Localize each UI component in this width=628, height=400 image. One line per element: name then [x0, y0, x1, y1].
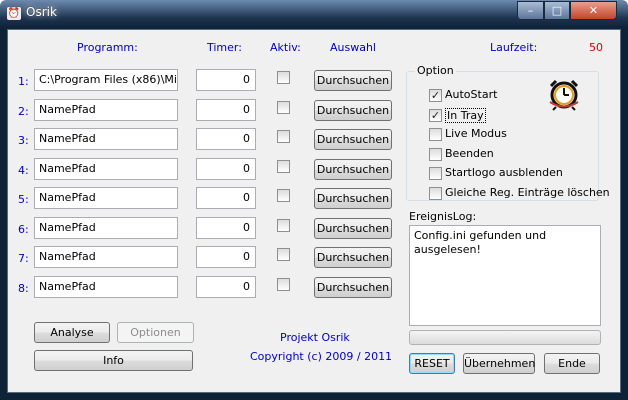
header-aktiv: Aktiv: — [270, 41, 301, 54]
analyse-button[interactable]: Analyse — [34, 322, 110, 343]
progress-bar — [409, 330, 601, 345]
window: ⏰ Osrik – □ ✕ Programm: Timer: Aktiv: Au… — [0, 0, 628, 400]
option-label: Beenden — [445, 146, 494, 160]
row-number: 1: — [18, 75, 29, 88]
program-path-input[interactable]: C:\Program Files (x86)\Micro — [34, 69, 178, 91]
maximize-button[interactable]: □ — [544, 1, 570, 20]
option-checkbox[interactable]: ✓ — [429, 89, 442, 102]
reset-button[interactable]: RESET — [409, 353, 455, 374]
log-label: EreignisLog: — [409, 210, 477, 223]
row-number: 7: — [18, 252, 29, 265]
laufzeit-value: 50 — [589, 41, 603, 54]
row-number: 3: — [18, 134, 29, 147]
option-label: AutoStart — [445, 88, 498, 101]
minimize-button[interactable]: – — [517, 1, 544, 20]
row-number: 6: — [18, 222, 29, 236]
option-checkbox[interactable] — [429, 128, 442, 141]
option-label: Gleiche Reg. Einträge löschen — [445, 185, 610, 199]
row-number: 4: — [18, 163, 29, 177]
durchsuchen-button[interactable]: Durchsuchen — [314, 276, 392, 298]
aktiv-checkbox[interactable] — [277, 248, 290, 261]
option-checkbox[interactable]: ✓ — [429, 108, 442, 122]
laufzeit-label: Laufzeit: — [490, 41, 538, 54]
event-log[interactable]: Config.ini gefunden und ausgelesen! — [409, 225, 601, 326]
header-auswahl: Auswahl — [330, 41, 376, 54]
durchsuchen-button[interactable]: Durchsuchen — [314, 247, 392, 268]
durchsuchen-button[interactable]: Durchsuchen — [314, 129, 392, 150]
timer-input[interactable]: 0 — [196, 157, 256, 180]
option-label: Live Modus — [445, 127, 507, 140]
option-label: Startlogo ausblenden — [445, 166, 563, 179]
app-icon: ⏰ — [7, 7, 21, 20]
program-path-input[interactable]: NamePfad — [34, 98, 178, 121]
aktiv-checkbox[interactable] — [277, 100, 290, 114]
row-number: 8: — [18, 281, 29, 295]
program-path-input[interactable]: NamePfad — [34, 128, 178, 150]
program-path-input[interactable]: NamePfad — [34, 216, 178, 239]
info-button[interactable]: Info — [34, 350, 193, 371]
option-label: In Tray — [445, 107, 486, 123]
durchsuchen-button[interactable]: Durchsuchen — [314, 188, 392, 209]
timer-input[interactable]: 0 — [196, 98, 256, 121]
timer-input[interactable]: 0 — [196, 216, 256, 239]
aktiv-checkbox[interactable] — [277, 189, 290, 202]
timer-input[interactable]: 0 — [196, 69, 256, 91]
window-title: Osrik — [26, 5, 57, 19]
header-timer: Timer: — [207, 41, 242, 54]
row-number: 2: — [18, 104, 29, 118]
aktiv-checkbox[interactable] — [277, 71, 290, 84]
option-checkbox[interactable] — [429, 167, 442, 180]
durchsuchen-button[interactable]: Durchsuchen — [314, 158, 392, 180]
option-checkbox[interactable] — [429, 147, 442, 161]
durchsuchen-button[interactable]: Durchsuchen — [314, 70, 392, 91]
timer-input[interactable]: 0 — [196, 246, 256, 268]
alarm-clock-icon — [549, 79, 579, 111]
timer-input[interactable]: 0 — [196, 128, 256, 150]
optionen-button[interactable]: Optionen — [117, 322, 194, 343]
option-group-label: Option — [415, 64, 456, 77]
program-path-input[interactable]: NamePfad — [34, 187, 178, 209]
aktiv-checkbox[interactable] — [277, 218, 290, 232]
close-button[interactable]: ✕ — [570, 1, 617, 20]
ende-button[interactable]: Ende — [544, 353, 600, 374]
title-bar[interactable]: ⏰ Osrik – □ ✕ — [0, 0, 628, 28]
durchsuchen-button[interactable]: Durchsuchen — [314, 99, 392, 121]
option-checkbox[interactable] — [429, 186, 442, 200]
timer-input[interactable]: 0 — [196, 275, 256, 298]
program-path-input[interactable]: NamePfad — [34, 246, 178, 268]
copyright-label: Copyright (c) 2009 / 2011 — [250, 350, 393, 363]
durchsuchen-button[interactable]: Durchsuchen — [314, 217, 392, 239]
client-area: Programm: Timer: Aktiv: Auswahl Laufzeit… — [7, 29, 621, 393]
header-programm: Programm: — [77, 41, 138, 54]
aktiv-checkbox[interactable] — [277, 130, 290, 143]
row-number: 5: — [18, 193, 29, 206]
program-path-input[interactable]: NamePfad — [34, 275, 178, 298]
uebernehmen-button[interactable]: Übernehmen — [463, 353, 535, 374]
project-label: Projekt Osrik — [280, 331, 350, 344]
aktiv-checkbox[interactable] — [277, 277, 290, 291]
aktiv-checkbox[interactable] — [277, 159, 290, 173]
timer-input[interactable]: 0 — [196, 187, 256, 209]
program-path-input[interactable]: NamePfad — [34, 157, 178, 180]
